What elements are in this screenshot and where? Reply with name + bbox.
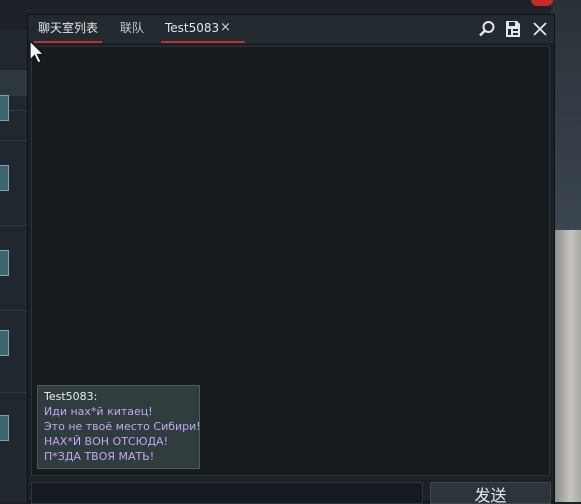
close-tab-icon[interactable]: × <box>220 19 231 37</box>
mouse-cursor-icon <box>29 40 45 64</box>
message-line: Иди нах*й китаец! <box>44 405 153 418</box>
divider <box>0 310 28 311</box>
left-panel-button[interactable] <box>0 95 9 121</box>
close-icon[interactable] <box>530 19 550 39</box>
divider <box>0 140 28 141</box>
save-icon[interactable] <box>503 19 523 39</box>
left-panel-header <box>0 70 28 96</box>
chat-input[interactable] <box>31 482 423 504</box>
chat-window: 聊天室列表 联队 Test5083 × Test5083: Иди нах*й … <box>27 14 555 504</box>
message-line: НАХ*Й ВОН ОТСЮДА! <box>44 435 168 448</box>
message-area[interactable]: Test5083: Иди нах*й китаец! Это не твоё … <box>31 46 550 476</box>
chat-message: Test5083: Иди нах*й китаец! Это не твоё … <box>37 385 201 469</box>
divider <box>0 392 28 393</box>
message-sender: Test5083: <box>44 390 98 403</box>
tab-chatroom-list[interactable]: 聊天室列表 <box>33 15 103 43</box>
search-icon[interactable] <box>477 19 497 39</box>
send-button[interactable]: 发送 <box>430 482 551 504</box>
red-indicator <box>531 0 553 6</box>
tab-squadron[interactable]: 联队 <box>120 15 144 43</box>
divider <box>0 225 28 226</box>
tab-private-chat[interactable]: Test5083 <box>160 15 246 43</box>
tab-bar: 聊天室列表 联队 Test5083 × <box>28 15 554 43</box>
left-panel-button[interactable] <box>0 250 9 276</box>
message-line: Это не твоё место Сибири! <box>44 420 201 433</box>
left-panel-button[interactable] <box>0 415 9 441</box>
left-panel-button[interactable] <box>0 165 9 191</box>
background-rock <box>555 230 581 502</box>
message-line: П*ЗДА ТВОЯ МАТЬ! <box>44 450 155 463</box>
left-panel <box>0 30 29 502</box>
left-panel-button[interactable] <box>0 330 9 356</box>
